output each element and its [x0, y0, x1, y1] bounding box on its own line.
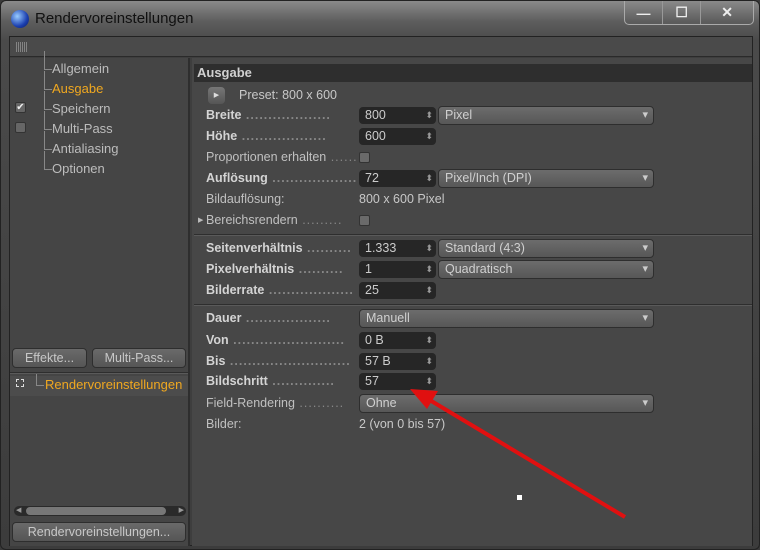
arrow-shaft	[426, 397, 627, 519]
arrow-head-icon	[410, 389, 438, 409]
annotation-arrow	[410, 389, 627, 519]
